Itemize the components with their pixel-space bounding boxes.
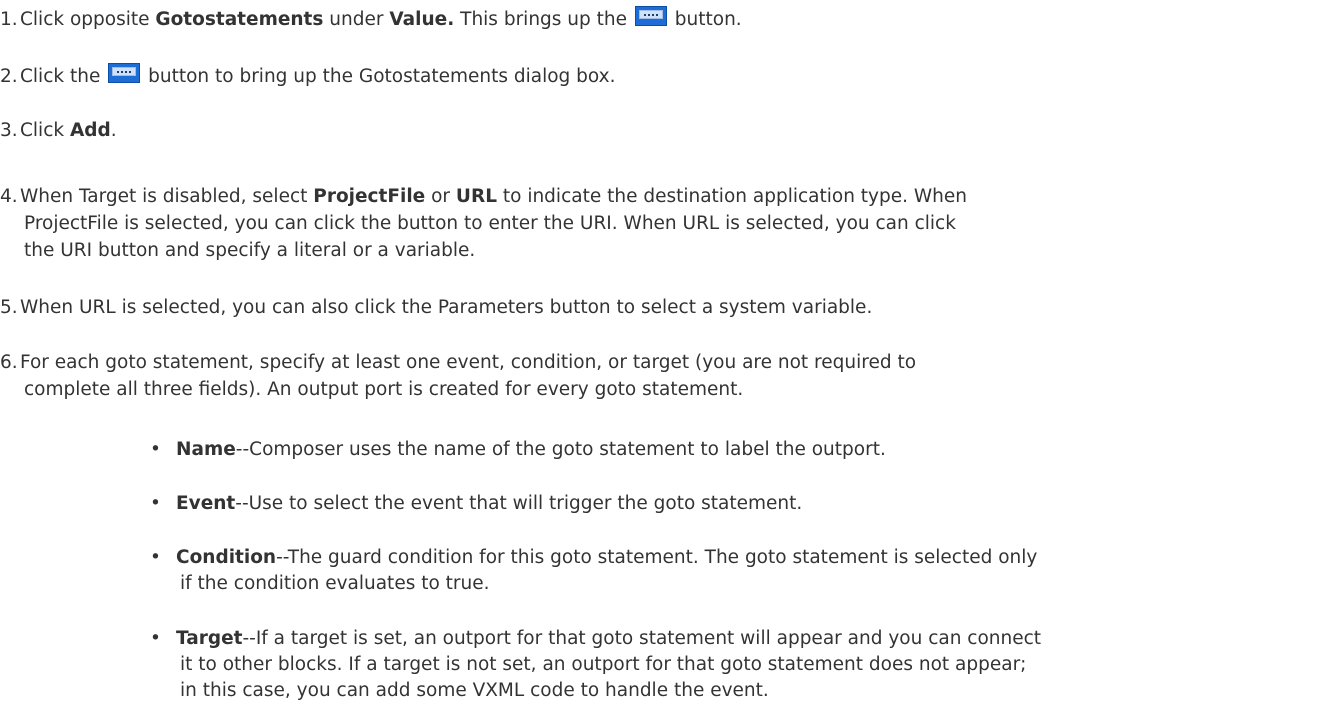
bullet-glyph: •: [150, 439, 161, 460]
step-number: 2.: [0, 66, 18, 87]
step-text: Click opposite: [20, 9, 156, 30]
step-text: For each goto statement, specify at leas…: [20, 352, 917, 373]
step-text: .: [110, 120, 117, 141]
step-text: When URL is selected, you can also click…: [20, 297, 873, 318]
step-number: 3.: [0, 120, 18, 141]
step-text-continued: ProjectFile is selected, you can click t…: [24, 213, 956, 234]
name-term: Name: [176, 439, 236, 460]
step-2: 2. Click the button to bring up the Gotos…: [0, 63, 616, 90]
step-text: Click the: [20, 66, 107, 87]
step-text: button to bring up the Gotostatements di…: [142, 66, 616, 87]
ellipsis-button-icon: [108, 63, 141, 83]
list-item-name: • Name--Composer uses the name of the got…: [150, 437, 1310, 463]
step-6: 6. For each goto statement, specify at le…: [0, 349, 916, 403]
step-text: to indicate the destination application …: [496, 186, 968, 207]
list-item-text: --The guard condition for this goto stat…: [276, 547, 1038, 568]
step-4: 4. When Target is disabled, select Projec…: [0, 183, 967, 264]
step-text: or: [425, 186, 456, 207]
condition-term: Condition: [176, 547, 277, 568]
list-item-text: --If a target is set, an outport for tha…: [242, 628, 1042, 649]
target-term: Target: [176, 628, 243, 649]
list-item-event: • Event--Use to select the event that wil…: [150, 491, 1310, 517]
step-number: 1.: [0, 9, 18, 30]
step-text: Click: [20, 120, 70, 141]
step-number: 4.: [0, 186, 18, 207]
event-term: Event: [176, 493, 236, 514]
step-5: 5. When URL is selected, you can also cli…: [0, 294, 872, 321]
step-text: When Target is disabled, select: [20, 186, 314, 207]
list-item-text: --Use to select the event that will trig…: [235, 493, 803, 514]
list-item-target: • Target--If a target is set, an outport …: [150, 626, 1310, 704]
step-text-continued: the URI button and specify a literal or …: [24, 240, 476, 261]
step-text-continued: complete all three fields). An output po…: [24, 379, 744, 400]
bullet-glyph: •: [150, 547, 161, 568]
step-number: 5.: [0, 297, 18, 318]
bullet-glyph: •: [150, 493, 161, 514]
value-term: Value.: [389, 9, 455, 30]
projectfile-term: ProjectFile: [313, 186, 426, 207]
add-term: Add: [69, 120, 111, 141]
step-text: button.: [668, 9, 742, 30]
step-text: under: [323, 9, 390, 30]
list-item-text: --Composer uses the name of the goto sta…: [235, 439, 886, 460]
step-text: This brings up the: [454, 9, 633, 30]
step-1: 1. Click opposite Gotostatements under Va…: [0, 6, 742, 33]
list-item-text-continued: if the condition evaluates to true.: [180, 573, 490, 594]
list-item-text-continued: it to other blocks. If a target is not s…: [180, 654, 1027, 675]
ellipsis-button-icon: [634, 6, 667, 26]
step-3: 3. Click Add.: [0, 117, 117, 144]
list-item-condition: • Condition--The guard condition for this…: [150, 545, 1310, 597]
url-term: URL: [455, 186, 497, 207]
step-number: 6.: [0, 352, 18, 373]
list-item-text-continued: in this case, you can add some VXML code…: [180, 680, 769, 701]
bullet-glyph: •: [150, 628, 161, 649]
gotostatements-term: Gotostatements: [155, 9, 324, 30]
